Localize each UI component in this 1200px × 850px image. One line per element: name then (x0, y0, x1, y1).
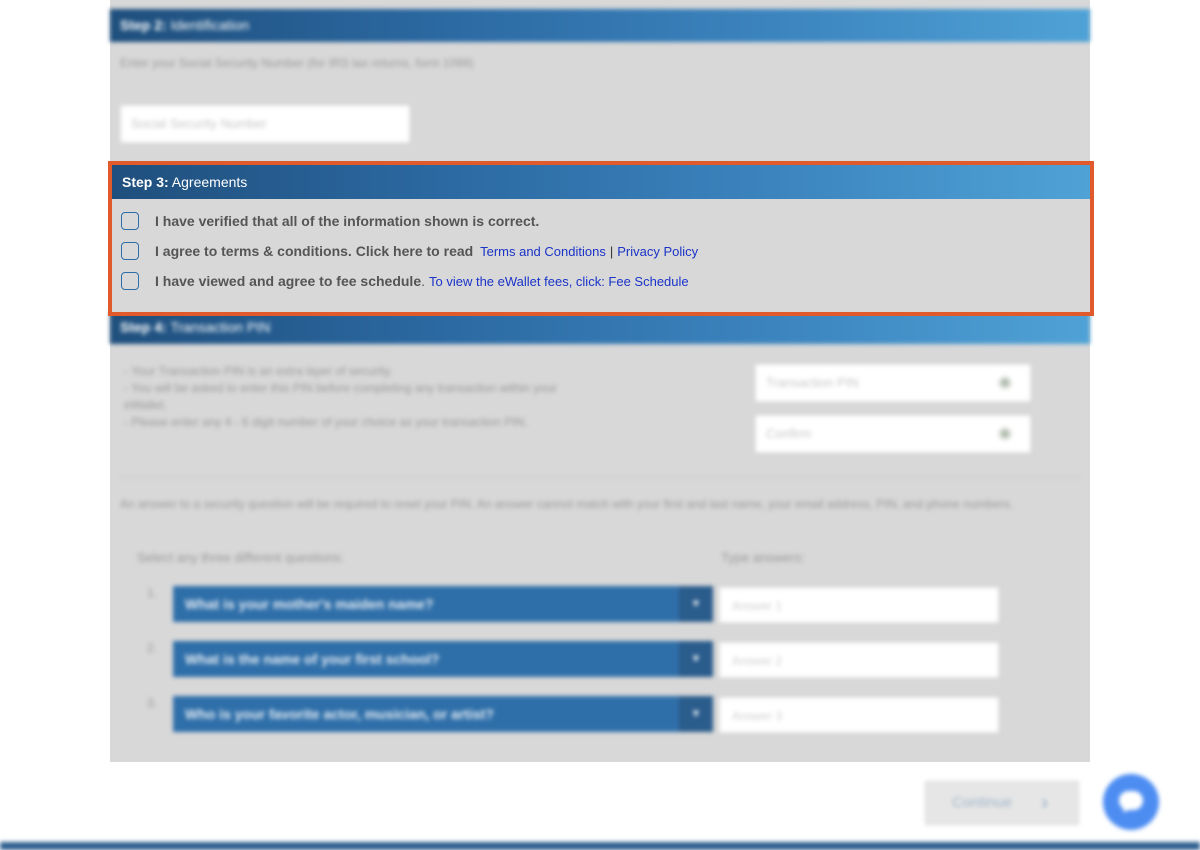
dropdown-arrow-icon: ▼ (679, 586, 713, 622)
verified-checkbox[interactable] (121, 212, 139, 230)
verified-label: I have verified that all of the informat… (155, 213, 540, 229)
terms-label: I agree to terms & conditions. Click her… (155, 243, 478, 259)
security-question-text: What is the name of your first school? (185, 651, 440, 667)
step2-header: Step 2: Identification (110, 9, 1090, 42)
security-question-select-3[interactable]: Who is your favorite actor, musician, or… (173, 696, 713, 732)
step3-agreements-section: Step 3: Agreements I have verified that … (108, 161, 1094, 316)
eye-icon[interactable]: ◉ (998, 416, 1012, 452)
security-question-text: Who is your favorite actor, musician, or… (185, 706, 494, 722)
pin-bullet: eWallet. (124, 398, 167, 412)
answer-input-2[interactable]: Answer 2 (719, 642, 999, 678)
security-question-text: What is your mother's maiden name? (185, 596, 434, 612)
chevron-right-icon: › (1041, 792, 1048, 814)
privacy-policy-link[interactable]: Privacy Policy (617, 244, 698, 259)
question-number: 3. (147, 696, 158, 710)
ssn-input[interactable]: Social Security Number (120, 105, 410, 143)
pin-bullet: - Please enter any 4 - 6 digit number of… (124, 415, 528, 429)
terms-link[interactable]: Terms and Conditions (480, 244, 606, 259)
step2-title: Identification (166, 17, 250, 33)
dropdown-arrow-icon: ▼ (679, 641, 713, 677)
eye-icon[interactable]: ◉ (998, 365, 1012, 401)
transaction-pin-placeholder: Transaction PIN (766, 375, 859, 390)
fee-schedule-link[interactable]: To view the eWallet fees, click: Fee Sch… (429, 274, 689, 289)
step4-title: Transaction PIN (166, 319, 271, 335)
dropdown-arrow-icon: ▼ (679, 696, 713, 732)
questions-heading: Select any three different questions: (137, 550, 345, 565)
section-divider (120, 477, 1080, 478)
confirm-pin-placeholder: Confirm (766, 426, 812, 441)
footer-bar (0, 842, 1200, 850)
step3-header: Step 3: Agreements (112, 165, 1090, 199)
link-separator: | (609, 243, 614, 259)
continue-button[interactable]: Continue › (925, 781, 1079, 825)
pin-bullet: - You will be asked to enter this PIN be… (124, 381, 557, 395)
answers-heading: Type answers: (721, 550, 805, 565)
answer-input-1[interactable]: Answer 1 (719, 587, 999, 623)
security-note: An answer to a security question will be… (120, 497, 1014, 511)
fee-schedule-label: I have viewed and agree to fee schedule (155, 273, 422, 289)
agreement-row-verified: I have verified that all of the informat… (121, 210, 539, 232)
agreement-row-fees: I have viewed and agree to fee schedule … (121, 270, 689, 292)
agreement-row-terms: I agree to terms & conditions. Click her… (121, 240, 698, 262)
pin-bullet: - Your Transaction PIN is an extra layer… (124, 364, 393, 378)
step2-title-bold: Step 2: (120, 17, 167, 33)
fee-schedule-period: . (421, 273, 425, 289)
terms-checkbox[interactable] (121, 242, 139, 260)
step3-title: Agreements (168, 174, 248, 190)
chat-button[interactable] (1103, 774, 1159, 830)
security-question-select-1[interactable]: What is your mother's maiden name? ▼ (173, 586, 713, 622)
question-number: 1. (147, 586, 158, 600)
step2-description: Enter your Social Security Number (for I… (120, 56, 474, 70)
form-panel: Step 2: Identification Enter your Social… (110, 0, 1090, 762)
question-number: 2. (147, 641, 158, 655)
fee-schedule-checkbox[interactable] (121, 272, 139, 290)
security-question-select-2[interactable]: What is the name of your first school? ▼ (173, 641, 713, 677)
answer-input-3[interactable]: Answer 3 (719, 697, 999, 733)
confirm-pin-input[interactable]: Confirm ◉ (755, 415, 1031, 453)
continue-label: Continue (952, 794, 1013, 811)
transaction-pin-input[interactable]: Transaction PIN ◉ (755, 364, 1031, 402)
pin-instructions: - Your Transaction PIN is an extra layer… (124, 363, 684, 431)
step3-title-bold: Step 3: (122, 174, 169, 190)
step4-title-bold: Step 4: (120, 319, 167, 335)
